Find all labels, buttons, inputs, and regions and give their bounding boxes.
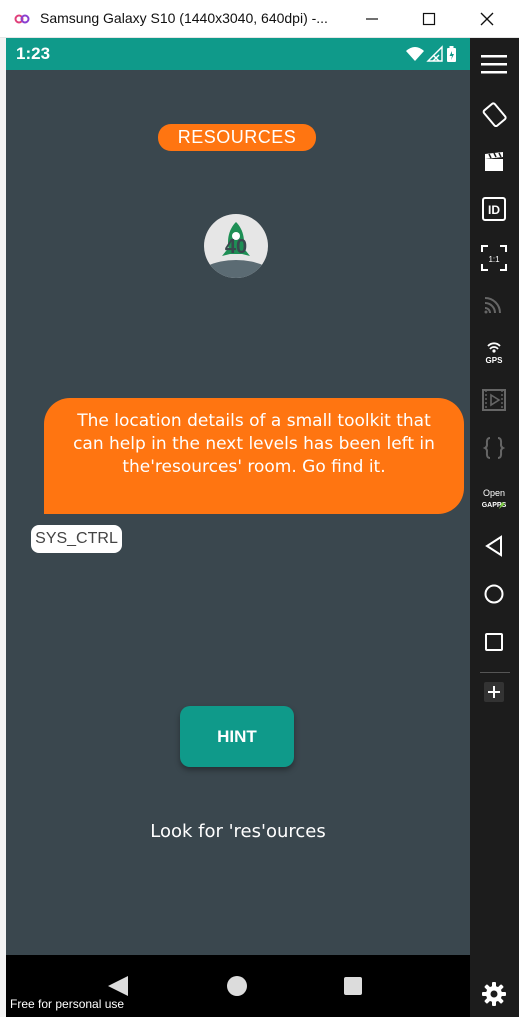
room-label: RESOURCES — [158, 124, 316, 151]
media-icon — [482, 389, 506, 411]
cast-button[interactable] — [478, 288, 510, 320]
genymotion-app-icon — [14, 14, 30, 24]
menu-icon — [481, 55, 507, 74]
id-button[interactable]: ID — [478, 193, 510, 225]
maximize-icon — [422, 12, 436, 26]
message-text: The location details of a small toolkit … — [73, 411, 435, 477]
pixel-perfect-icon: 1:1 — [481, 245, 507, 271]
home-icon — [484, 584, 504, 604]
status-bar: 1:23 — [6, 38, 470, 70]
navigation-bar: Free for personal use — [6, 955, 470, 1017]
back-triangle-icon[interactable] — [106, 975, 130, 997]
add-button[interactable] — [478, 676, 510, 708]
braces-icon — [482, 437, 506, 459]
signal-icon — [426, 45, 443, 62]
svg-text:1:1: 1:1 — [488, 255, 500, 264]
hint-text: Look for 'res'ources — [150, 821, 326, 842]
level-number: 40 — [225, 236, 247, 258]
window-titlebar: Samsung Galaxy S10 (1440x3040, 640dpi) -… — [0, 0, 519, 38]
cast-icon — [484, 297, 501, 314]
pixel-perfect-button[interactable]: 1:1 — [478, 242, 510, 274]
maximize-button[interactable] — [415, 6, 443, 32]
minimize-button[interactable] — [358, 6, 386, 32]
rotate-icon — [482, 102, 507, 127]
back-icon — [485, 535, 502, 557]
close-button[interactable] — [473, 6, 501, 32]
window-title: Samsung Galaxy S10 (1440x3040, 640dpi) -… — [40, 10, 328, 26]
rocket-level-icon[interactable]: 40 — [204, 214, 268, 278]
home-circle-icon[interactable] — [227, 976, 247, 996]
settings-button[interactable] — [478, 978, 510, 1010]
android-home-button[interactable] — [478, 578, 510, 610]
gps-icon: GPS — [486, 342, 504, 365]
phone-screen: 1:23 RESOURCES 40 The location details o… — [6, 38, 470, 1017]
screen-record-icon — [485, 152, 503, 171]
wifi-icon — [406, 47, 424, 61]
svg-text:ID: ID — [488, 203, 500, 217]
id-icon: ID — [482, 197, 506, 221]
menu-button[interactable] — [478, 48, 510, 80]
close-icon — [480, 12, 494, 26]
status-icons — [406, 45, 456, 62]
status-time: 1:23 — [16, 44, 51, 63]
emulator-toolbar: ID 1:1 GPS Open GAPPS — [470, 38, 519, 1017]
screen-record-button[interactable] — [478, 146, 510, 178]
sender-label: SYS_CTRL — [31, 525, 122, 553]
minimize-icon — [366, 18, 378, 20]
braces-button[interactable] — [478, 432, 510, 464]
svg-text:Open: Open — [483, 488, 505, 498]
watermark-text: Free for personal use — [10, 997, 125, 1011]
android-overview-button[interactable] — [478, 626, 510, 658]
media-button[interactable] — [478, 384, 510, 416]
gps-button[interactable]: GPS — [478, 336, 510, 368]
recent-square-icon[interactable] — [344, 977, 362, 995]
settings-icon — [482, 982, 506, 1006]
opengapps-icon: Open GAPPS — [482, 488, 507, 509]
emulator-window: Samsung Galaxy S10 (1440x3040, 640dpi) -… — [0, 0, 519, 1017]
battery-icon — [447, 46, 456, 62]
toolbar-separator — [480, 672, 510, 673]
message-bubble: The location details of a small toolkit … — [44, 398, 464, 514]
svg-text:GPS: GPS — [486, 356, 504, 365]
android-back-button[interactable] — [478, 530, 510, 562]
rotate-button[interactable] — [478, 98, 510, 130]
opengapps-button[interactable]: Open GAPPS — [478, 483, 510, 515]
overview-icon — [485, 633, 503, 651]
hint-button[interactable]: HINT — [180, 706, 294, 767]
add-icon — [484, 682, 504, 702]
